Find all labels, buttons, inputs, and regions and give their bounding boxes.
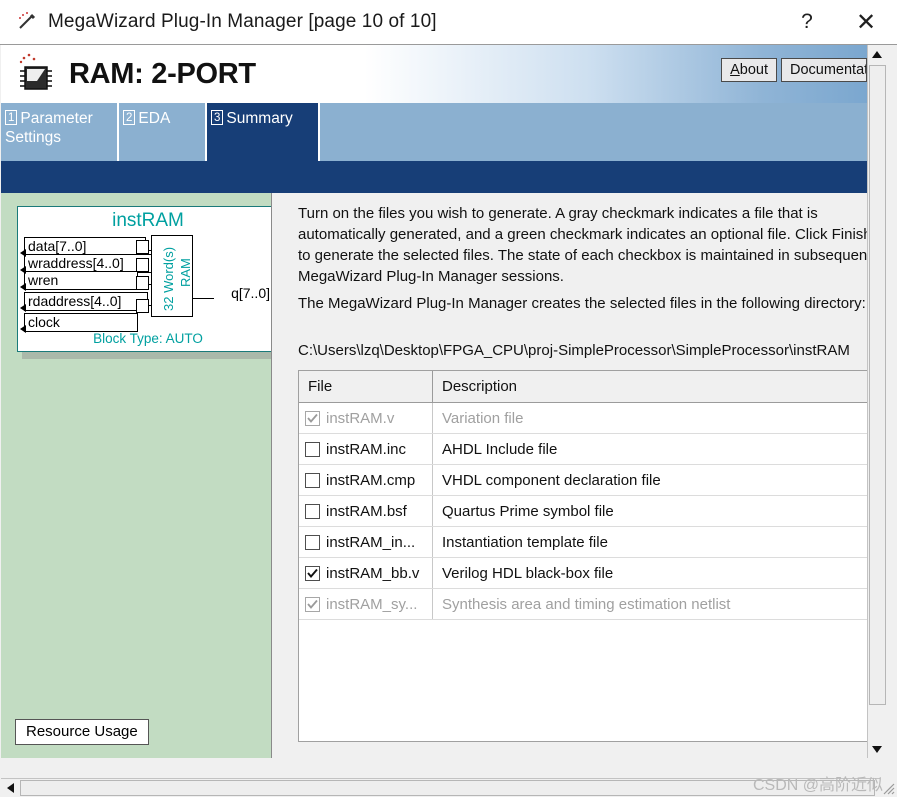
instructions-paragraph-2: The MegaWizard Plug-In Manager creates t… [298,295,866,312]
mux-3 [136,276,149,290]
file-name: instRAM_sy... [326,595,418,613]
file-checkbox-unchecked[interactable] [305,472,320,488]
tab-number-1: 1 [5,110,18,125]
mux-4 [136,299,149,313]
column-header-description: Description [442,378,518,395]
wizard-tabs: 1 Parameter Settings 2 EDA 3 Summary [1,103,867,161]
tab-summary[interactable]: 3 Summary [207,103,320,161]
chip-icon [13,51,59,97]
documentation-button[interactable]: Documentation [781,58,867,82]
horizontal-scrollbar[interactable] [1,778,880,796]
about-accel: A [730,62,740,78]
tab-underline-band [1,161,867,193]
file-checkbox-unchecked[interactable] [305,441,320,457]
window-title: MegaWizard Plug-In Manager [page 10 of 1… [48,11,437,32]
title-bar: MegaWizard Plug-In Manager [page 10 of 1… [0,0,897,44]
file-description: Instantiation template file [442,533,608,551]
vertical-scrollbar-thumb[interactable] [869,65,886,705]
window-controls: ? ✕ [779,0,897,44]
file-checkbox-unchecked[interactable] [305,503,320,519]
page-title: RAM: 2-PORT [69,57,256,90]
file-checkbox-checked[interactable] [305,565,320,581]
file-description: Variation file [442,409,524,427]
tab-label-1: Parameter Settings [5,110,93,146]
horizontal-scrollbar-thumb[interactable] [20,780,875,796]
chevron-left-icon [6,783,14,793]
chevron-down-icon [872,745,882,753]
file-checkbox-checked-disabled [305,410,320,426]
file-description: VHDL component declaration file [442,471,661,489]
table-row[interactable]: instRAM_in... Instantiation template fil… [299,527,867,558]
banner-buttons: About Documentation [721,58,867,82]
tab-eda[interactable]: 2 EDA [119,103,207,161]
file-name: instRAM_in... [326,533,416,551]
close-button[interactable]: ✕ [835,0,897,44]
table-row[interactable]: instRAM_bb.v Verilog HDL black-box file [299,558,867,589]
table-row[interactable]: instRAM_sy... Synthesis area and timing … [299,589,867,620]
block-symbol: instRAM data[7..0] wraddress[4..0] wren … [17,206,271,352]
file-description: Verilog HDL black-box file [442,564,614,582]
file-description: AHDL Include file [442,440,558,458]
ram-label: RAM [178,258,193,287]
port-q: q[7..0] [214,285,271,304]
table-row[interactable]: instRAM.v Variation file [299,403,867,434]
help-button[interactable]: ? [779,0,835,44]
instructions-paragraph-1: Turn on the files you wish to generate. … [298,205,867,285]
resource-usage-button[interactable]: Resource Usage [15,719,149,745]
tab-number-2: 2 [123,110,136,125]
resize-grip[interactable] [880,780,896,796]
tab-number-3: 3 [211,110,224,125]
file-description: Synthesis area and timing estimation net… [442,595,731,613]
symbol-preview-panel: instRAM data[7..0] wraddress[4..0] wren … [1,193,272,758]
file-checkbox-unchecked[interactable] [305,534,320,550]
file-description: Quartus Prime symbol file [442,502,614,520]
file-name: instRAM.v [326,409,395,427]
file-name: instRAM.bsf [326,502,407,520]
product-banner: RAM: 2-PORT About Documentation [1,45,867,103]
file-name: instRAM_bb.v [326,564,420,582]
symbol-name: instRAM [112,210,184,231]
chevron-up-icon [872,50,882,58]
megawizard-window: MegaWizard Plug-In Manager [page 10 of 1… [0,0,897,797]
about-label: bout [739,62,768,78]
table-row[interactable]: instRAM.inc AHDL Include file [299,434,867,465]
column-header-file: File [299,371,433,402]
mux-2 [136,258,149,272]
file-name: instRAM.cmp [326,471,416,489]
summary-panel: Turn on the files you wish to generate. … [273,193,867,758]
about-button[interactable]: About [721,58,777,82]
symbol-block-type: Block Type: AUTO [93,331,203,346]
table-row[interactable]: instRAM.cmp VHDL component declaration f… [299,465,867,496]
file-name: instRAM.inc [326,440,407,458]
table-row[interactable]: instRAM.bsf Quartus Prime symbol file [299,496,867,527]
scroll-down-button[interactable] [868,740,886,758]
mux-1 [136,240,149,254]
port-rdaddress: rdaddress[4..0] [24,292,148,311]
ram-words-label: 32 Word(s) [161,246,176,311]
tab-parameter-settings[interactable]: 1 Parameter Settings [1,103,119,161]
scroll-left-button[interactable] [1,779,19,797]
port-clock: clock [24,313,138,332]
scroll-up-button[interactable] [868,45,886,63]
tab-label-2: EDA [138,110,171,127]
generated-files-table: File Description instRAM.v Variation fil… [298,370,867,742]
tab-label-3: Summary [226,110,293,127]
port-wren: wren [24,271,138,290]
file-checkbox-checked-disabled [305,596,320,612]
wizard-wand-icon [14,9,40,35]
table-header-row: File Description [299,371,867,403]
vertical-scrollbar[interactable] [867,45,886,758]
output-directory-path: C:\Users\lzq\Desktop\FPGA_CPU\proj-Simpl… [298,342,850,359]
